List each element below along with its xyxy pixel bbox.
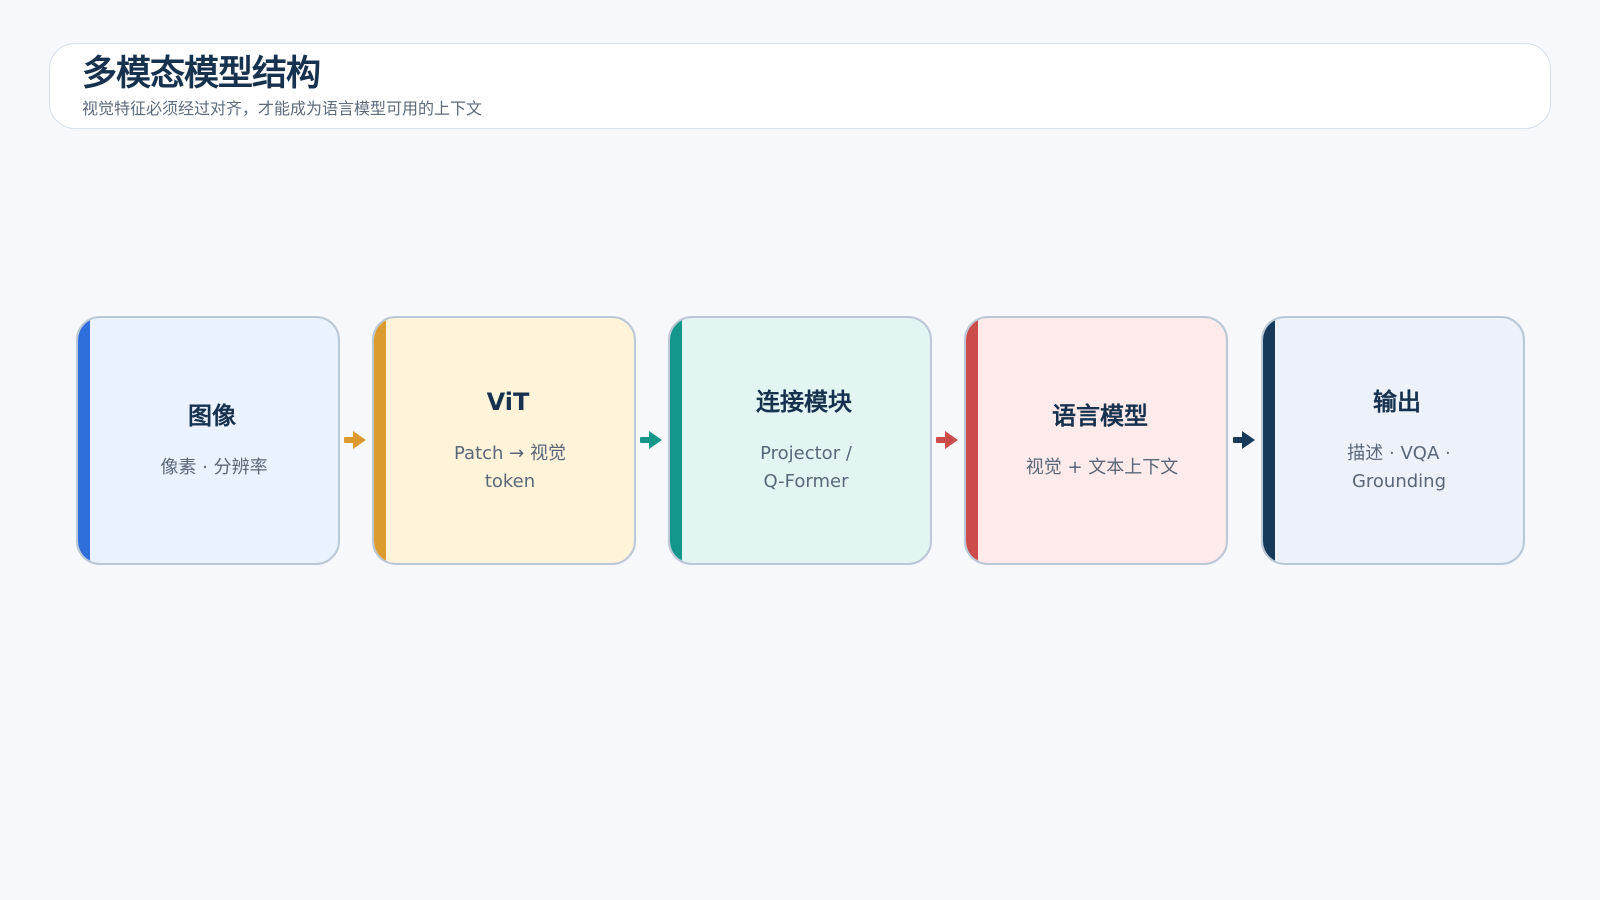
arrow-icon: [640, 431, 662, 449]
stage-description: Projector / Q-Former: [760, 442, 852, 492]
stage-accent-bar: [1263, 318, 1275, 563]
arrow-icon: [936, 431, 958, 449]
stage-description: Patch → 视觉 token: [454, 442, 566, 492]
stage-card-connector: 连接模块 Projector / Q-Former: [668, 316, 932, 565]
stage-card-language-model: 语言模型 视觉 + 文本上下文: [964, 316, 1228, 565]
stage-card-image: 图像 像素 · 分辨率: [76, 316, 340, 565]
arrow-icon: [344, 431, 366, 449]
stage-accent-bar: [374, 318, 386, 563]
stage-description: 视觉 + 文本上下文: [1025, 456, 1179, 478]
stage-title: 语言模型: [1052, 401, 1148, 430]
stage-title: 输出: [1373, 387, 1421, 416]
stage-title: 连接模块: [756, 387, 852, 416]
stage-accent-bar: [78, 318, 90, 563]
arrow-icon: [1233, 431, 1255, 449]
stage-card-vit: ViT Patch → 视觉 token: [372, 316, 636, 565]
stage-description: 像素 · 分辨率: [160, 456, 268, 478]
stage-description: 描述 · VQA · Grounding: [1347, 442, 1451, 492]
page-subtitle: 视觉特征必须经过对齐，才能成为语言模型可用的上下文: [82, 99, 483, 118]
stage-title: ViT: [486, 387, 530, 416]
header-panel: 多模态模型结构 视觉特征必须经过对齐，才能成为语言模型可用的上下文: [49, 43, 1551, 129]
stage-title: 图像: [188, 401, 236, 430]
stage-accent-bar: [966, 318, 978, 563]
stage-accent-bar: [670, 318, 682, 563]
page-title: 多模态模型结构: [82, 54, 321, 94]
stage-card-output: 输出 描述 · VQA · Grounding: [1261, 316, 1525, 565]
